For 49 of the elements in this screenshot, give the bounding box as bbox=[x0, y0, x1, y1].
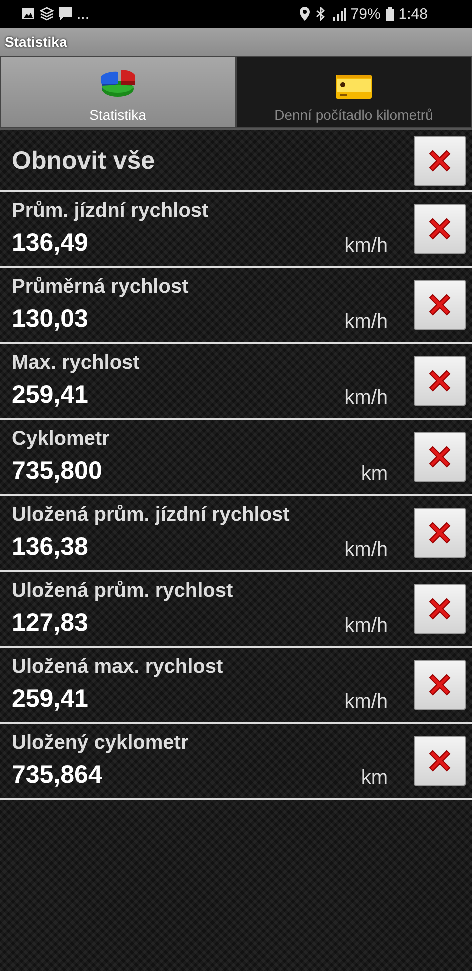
stat-label: Uložená max. rychlost bbox=[12, 656, 224, 679]
stat-value: 259,41 bbox=[12, 685, 88, 714]
reset-button[interactable] bbox=[414, 584, 466, 634]
reset-button[interactable] bbox=[414, 356, 466, 406]
stat-value: 136,38 bbox=[12, 533, 88, 562]
stat-label: Uložená prům. jízdní rychlost bbox=[12, 504, 291, 527]
reset-button[interactable] bbox=[414, 508, 466, 558]
stat-label: Uložená prům. rychlost bbox=[12, 580, 234, 603]
stat-value: 130,03 bbox=[12, 305, 88, 334]
stat-value: 735,800 bbox=[12, 457, 102, 486]
battery-icon bbox=[386, 7, 394, 21]
signal-icon bbox=[332, 7, 346, 21]
bluetooth-icon bbox=[314, 7, 327, 21]
tab[interactable]: Denní počítadlo kilometrů bbox=[236, 56, 472, 128]
layers-icon bbox=[40, 7, 54, 21]
image-icon bbox=[22, 8, 35, 20]
stat-unit: km/h bbox=[344, 311, 388, 334]
chat-icon bbox=[59, 7, 72, 21]
app-title: Statistika bbox=[5, 34, 68, 50]
stat-value: 259,41 bbox=[12, 381, 88, 410]
reset-button[interactable] bbox=[414, 136, 466, 186]
stat-label: Max. rychlost bbox=[12, 352, 141, 375]
reset-button[interactable] bbox=[414, 432, 466, 482]
battery-level: 79% bbox=[350, 6, 381, 22]
stat-unit: km bbox=[361, 767, 388, 790]
stat-unit: km/h bbox=[344, 539, 388, 562]
stat-unit: km bbox=[361, 463, 388, 486]
stat-value: 136,49 bbox=[12, 229, 88, 258]
notification-more: ... bbox=[77, 6, 90, 22]
reset-button[interactable] bbox=[414, 736, 466, 786]
stat-label: Cyklometr bbox=[12, 428, 111, 451]
location-icon bbox=[300, 7, 310, 21]
stat-value: 127,83 bbox=[12, 609, 88, 638]
stat-unit: km/h bbox=[344, 235, 388, 258]
clock: 1:48 bbox=[398, 6, 428, 22]
reset-button[interactable] bbox=[414, 660, 466, 710]
stat-unit: km/h bbox=[344, 387, 388, 410]
reset-all-label: Obnovit vše bbox=[12, 146, 156, 176]
reset-button[interactable] bbox=[414, 280, 466, 330]
stat-unit: km/h bbox=[344, 691, 388, 714]
stat-label: Uložený cyklometr bbox=[12, 732, 190, 755]
ruler-card-icon bbox=[336, 75, 372, 99]
stat-unit: km/h bbox=[344, 615, 388, 638]
stat-label: Prům. jízdní rychlost bbox=[12, 200, 210, 223]
stat-label: Průměrná rychlost bbox=[12, 276, 190, 299]
tab[interactable]: Statistika bbox=[0, 56, 236, 128]
stat-value: 735,864 bbox=[12, 761, 102, 790]
pie-chart-icon bbox=[101, 69, 135, 99]
reset-button[interactable] bbox=[414, 204, 466, 254]
